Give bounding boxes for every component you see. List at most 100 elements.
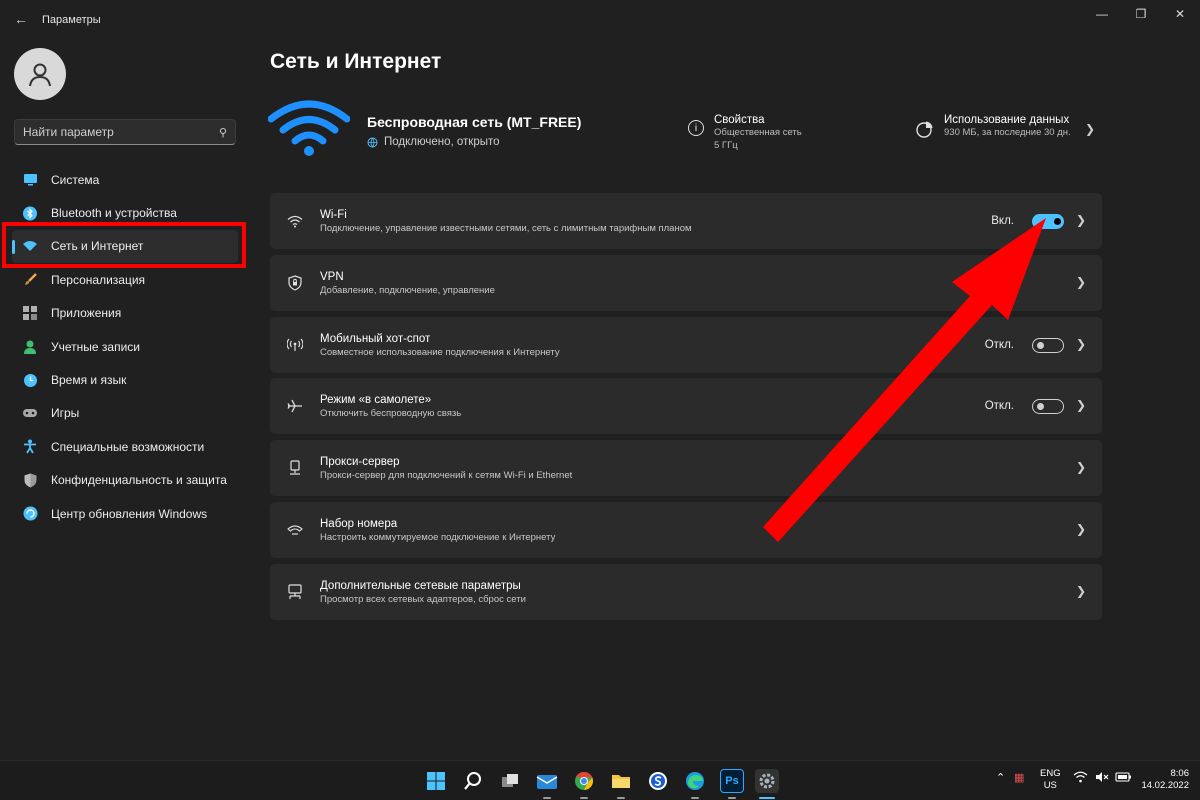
sidebar-item-apps[interactable]: Приложения <box>12 297 238 330</box>
airplane-toggle[interactable] <box>1032 399 1064 415</box>
search-icon[interactable] <box>461 769 485 793</box>
wifi-toggle[interactable] <box>1032 214 1064 229</box>
task-view-icon[interactable] <box>498 769 522 793</box>
sidebar-item-games[interactable]: Игры <box>12 397 238 430</box>
pie-chart-icon <box>916 121 933 138</box>
network-name: Беспроводная сеть (MT_FREE) <box>367 114 582 130</box>
card-title: Wi-Fi <box>320 209 347 221</box>
minimize-icon[interactable]: — <box>1082 4 1122 24</box>
mcafee-icon[interactable]: ▦ <box>1014 771 1024 784</box>
info-icon: i <box>688 120 704 136</box>
clock-time: 8:06 <box>1170 768 1190 779</box>
chevron-right-icon[interactable]: ❯ <box>1076 584 1086 598</box>
toggle-state-label: Вкл. <box>991 215 1014 227</box>
wifi-large-icon <box>268 100 350 156</box>
sidebar-item-personalization[interactable]: Персонализация <box>12 263 238 296</box>
chevron-up-icon[interactable]: ⌃ <box>996 771 1005 784</box>
active-indicator <box>759 797 775 799</box>
file-explorer-icon[interactable] <box>609 769 633 793</box>
update-icon <box>22 506 38 522</box>
card-subtitle: Подключение, управление известными сетям… <box>320 223 692 234</box>
network-adapter-icon <box>286 583 304 601</box>
sidebar-item-time-language[interactable]: Время и язык <box>12 363 238 396</box>
network-properties[interactable]: i Свойства Общественная сеть 5 ГГц <box>688 114 802 152</box>
photoshop-icon[interactable]: Ps <box>720 769 744 793</box>
search-icon[interactable]: ⚲ <box>219 126 227 139</box>
sidebar-item-privacy[interactable]: Конфиденциальность и защита <box>12 464 238 497</box>
data-usage-title: Использование данных <box>944 114 1070 126</box>
running-indicator <box>728 797 736 799</box>
vpn-card[interactable]: VPN Добавление, подключение, управление … <box>270 254 1102 311</box>
sidebar-item-label: Учетные записи <box>51 339 140 354</box>
wifi-tray-icon[interactable] <box>1073 771 1088 786</box>
dialup-icon <box>286 521 304 539</box>
data-usage-detail: 930 МБ, за последние 30 дн. <box>944 127 1071 138</box>
title-bar: ← Параметры — ❐ ✕ <box>0 0 1200 40</box>
chevron-right-icon[interactable]: ❯ <box>1076 337 1086 351</box>
page-title: Сеть и Интернет <box>270 50 442 73</box>
card-subtitle: Прокси-сервер для подключений к сетям Wi… <box>320 470 573 482</box>
running-indicator <box>580 797 588 799</box>
airplane-icon <box>286 397 304 415</box>
running-indicator <box>543 797 551 799</box>
vpn-shield-icon <box>286 274 304 292</box>
airplane-card[interactable]: Режим «в самолете» Отключить беспроводну… <box>270 378 1102 435</box>
hotspot-toggle[interactable] <box>1032 337 1064 353</box>
chevron-right-icon[interactable]: ❯ <box>1076 398 1086 412</box>
card-title: Дополнительные сетевые параметры <box>320 579 521 592</box>
bluetooth-icon <box>22 205 38 221</box>
chevron-right-icon[interactable]: ❯ <box>1076 460 1086 474</box>
advanced-network-card[interactable]: Дополнительные сетевые параметры Просмот… <box>270 563 1102 620</box>
chevron-right-icon[interactable]: ❯ <box>1076 275 1086 289</box>
clock-date: 14.02.2022 <box>1141 780 1189 791</box>
sidebar-item-accounts[interactable]: Учетные записи <box>12 330 238 363</box>
toggle-knob <box>1037 403 1044 411</box>
card-subtitle: Отключить беспроводную связь <box>320 408 462 420</box>
chrome-icon[interactable] <box>572 769 596 793</box>
sidebar-item-label: Время и язык <box>51 373 127 388</box>
proxy-card[interactable]: Прокси-сервер Прокси-сервер для подключе… <box>270 440 1102 497</box>
restore-icon[interactable]: ❐ <box>1121 4 1161 24</box>
chevron-right-icon[interactable]: ❯ <box>1076 213 1086 227</box>
chevron-right-icon[interactable]: ❯ <box>1076 522 1086 536</box>
search-box[interactable]: ⚲ <box>14 119 236 145</box>
sidebar-item-label: Специальные возможности <box>51 439 205 454</box>
sidebar-item-windows-update[interactable]: Центр обновления Windows <box>12 497 238 530</box>
sidebar-item-accessibility[interactable]: Специальные возможности <box>12 430 238 463</box>
wifi-card[interactable]: Wi-Fi Подключение, управление известными… <box>270 193 1102 249</box>
card-title: Прокси-сервер <box>320 456 400 469</box>
network-icon <box>22 238 38 254</box>
start-icon[interactable] <box>424 769 448 793</box>
settings-icon[interactable] <box>755 769 779 793</box>
back-arrow-icon[interactable]: ← <box>10 8 32 30</box>
running-indicator <box>617 797 625 799</box>
edge-icon[interactable] <box>683 769 707 793</box>
avatar[interactable] <box>14 48 66 100</box>
sidebar-item-system[interactable]: Система <box>12 163 238 196</box>
sidebar-item-network[interactable]: Сеть и Интернет <box>12 229 238 264</box>
card-title: Набор номера <box>320 517 398 530</box>
dialup-card[interactable]: Набор номера Настроить коммутируемое под… <box>270 501 1102 558</box>
clock[interactable]: 8:06 14.02.2022 <box>1139 768 1189 792</box>
card-subtitle: Просмотр всех сетевых адаптеров, сброс с… <box>320 593 526 605</box>
input-language[interactable]: ENG US <box>1040 768 1061 792</box>
hotspot-icon <box>286 336 304 354</box>
chevron-right-icon[interactable]: ❯ <box>1085 122 1095 136</box>
app-title: Параметры <box>42 14 101 26</box>
globe-icon <box>367 137 378 148</box>
person-icon <box>22 339 38 355</box>
data-usage-link[interactable]: Использование данных 930 МБ, за последни… <box>916 114 1071 139</box>
search-input[interactable] <box>23 125 219 139</box>
hotspot-card[interactable]: Мобильный хот-спот Совместное использова… <box>270 316 1102 373</box>
close-icon[interactable]: ✕ <box>1160 4 1200 24</box>
card-title: Мобильный хот-спот <box>320 332 431 345</box>
app-s-icon[interactable] <box>646 769 670 793</box>
sidebar-item-label: Система <box>51 172 100 187</box>
properties-network-type: Общественная сеть <box>714 127 802 138</box>
sidebar-item-bluetooth[interactable]: Bluetooth и устройства <box>12 196 238 229</box>
mail-icon[interactable] <box>535 769 559 793</box>
sidebar-item-label: Приложения <box>51 306 122 321</box>
battery-icon[interactable] <box>1115 771 1132 786</box>
network-status: Подключено, открыто <box>367 136 500 148</box>
volume-muted-icon[interactable] <box>1095 771 1110 786</box>
